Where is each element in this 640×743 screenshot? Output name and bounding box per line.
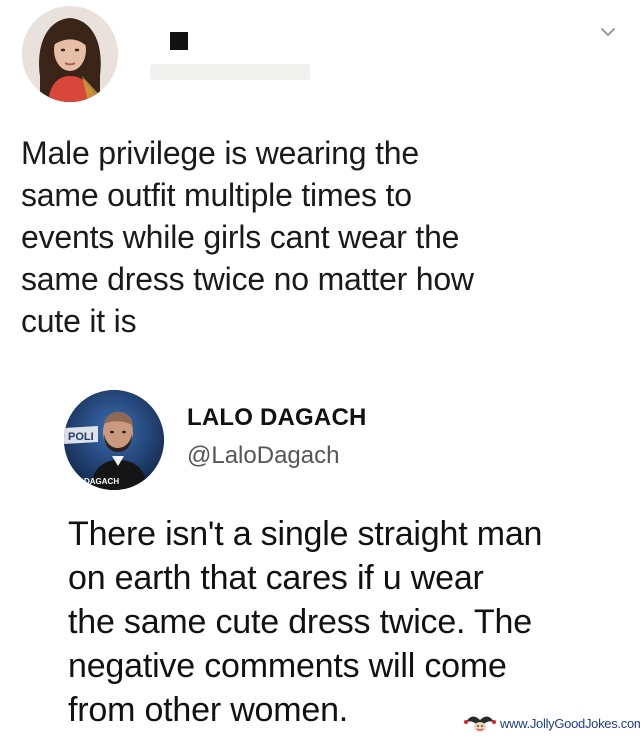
- chevron-down-icon[interactable]: [598, 22, 618, 42]
- tweet2-avatar[interactable]: POLI DAGACH: [64, 390, 164, 490]
- redacted-username: [170, 32, 188, 50]
- redacted-handle: [150, 64, 310, 80]
- man-portrait-icon: POLI DAGACH: [64, 390, 164, 490]
- watermark: www.JollyGoodJokes.com: [464, 711, 640, 735]
- avatar-caption-bottom: DAGACH: [84, 477, 119, 486]
- tweet1-avatar[interactable]: [22, 6, 118, 102]
- tweet1-text: Male privilege is wearing the same outfi…: [21, 135, 474, 339]
- woman-portrait-icon: [22, 6, 118, 102]
- tweet2-text: There isn't a single straight man on ear…: [68, 515, 543, 729]
- user-handle[interactable]: @LaloDagach: [187, 442, 339, 470]
- display-name[interactable]: LALO DAGACH: [187, 404, 367, 432]
- jester-logo-icon: [464, 716, 496, 732]
- avatar-caption-top: POLI: [68, 431, 94, 443]
- watermark-text: www.JollyGoodJokes.com: [500, 715, 640, 731]
